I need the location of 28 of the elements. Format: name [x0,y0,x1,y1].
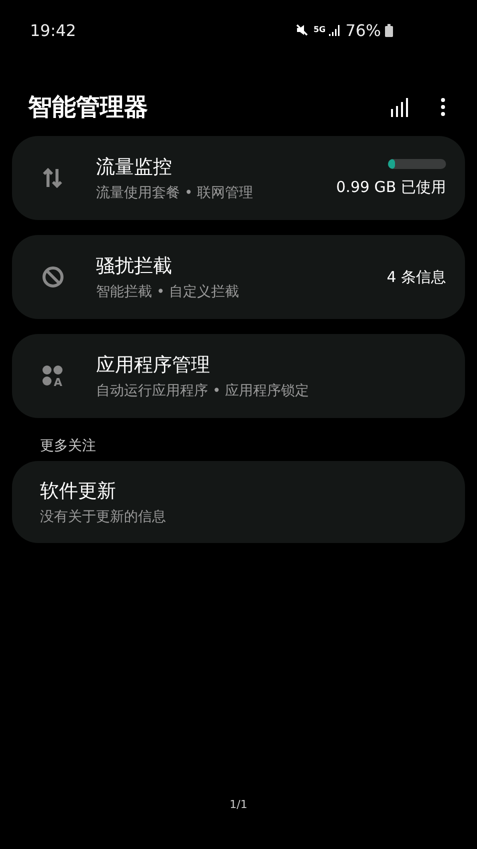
card-title: 流量监控 [96,155,173,180]
feature-card[interactable]: 软件更新 没有关于更新的信息 [12,461,465,543]
card-value: 4 条信息 [386,268,446,286]
more-options-icon[interactable] [440,97,446,117]
card-subtitle: 流量使用套餐 • 联网管理 [96,184,254,202]
status-time: 19:42 [30,20,76,40]
feature-card[interactable]: 骚扰拦截 智能拦截 • 自定义拦截 4 条信息 [12,235,465,319]
page-indicator: 1/1 [230,798,248,811]
block-icon [42,266,64,288]
feature-card[interactable]: A 应用程序管理 自动运行应用程序 • 应用程序锁定 [12,334,465,418]
section-header: 更多关注 [39,437,97,455]
page-title: 智能管理器 [28,92,148,123]
up-down-arrows-icon [42,168,64,188]
data-usage-meter [388,159,446,169]
battery-percent: 76% [345,20,381,40]
network-type: 5G [313,26,326,34]
feature-card[interactable]: 流量监控 流量使用套餐 • 联网管理 0.99 GB 已使用 [12,136,465,220]
card-title: 应用程序管理 [96,353,211,378]
card-subtitle: 没有关于更新的信息 [40,508,167,526]
bar-chart-icon[interactable] [390,97,410,117]
signal-icon [329,24,342,36]
card-title: 软件更新 [40,479,117,504]
mute-icon [295,23,310,37]
card-subtitle: 自动运行应用程序 • 应用程序锁定 [96,382,310,400]
card-title: 骚扰拦截 [96,254,173,279]
card-value: 0.99 GB 已使用 [336,178,446,197]
battery-icon [385,24,393,36]
card-subtitle: 智能拦截 • 自定义拦截 [96,283,240,301]
